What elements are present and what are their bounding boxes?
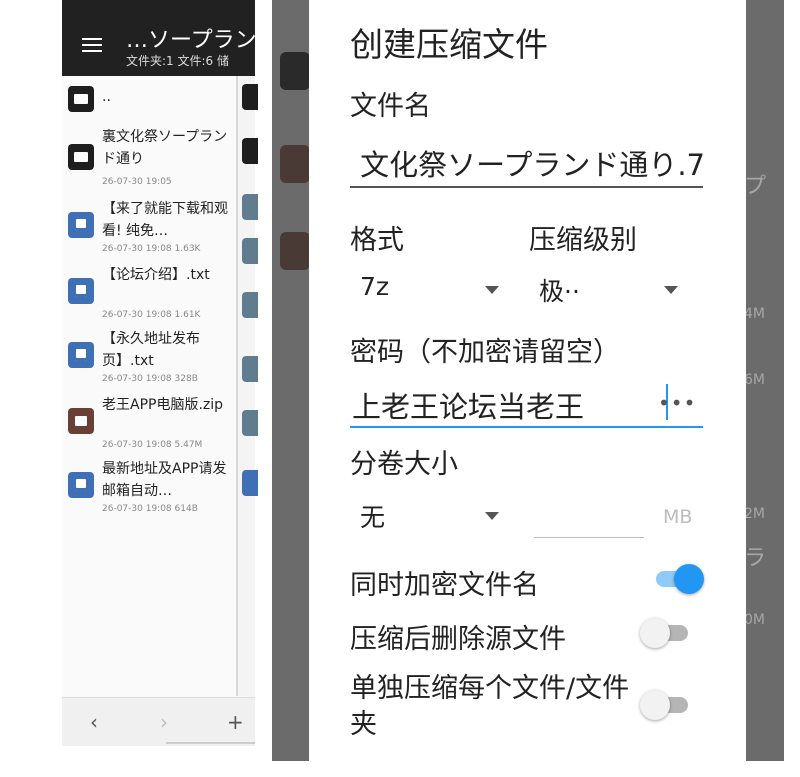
document-icon <box>68 472 94 498</box>
file-name: 裏文化祭ソープランド通り <box>102 129 228 167</box>
folder-icon <box>242 84 258 110</box>
file-name: .. <box>102 89 111 105</box>
delete-source-label: 压缩后删除源文件 <box>350 624 566 655</box>
split-size-value: 无 <box>360 503 386 532</box>
document-icon <box>68 212 94 238</box>
delete-source-toggle[interactable] <box>640 614 694 650</box>
document-icon <box>242 356 258 382</box>
file-list: .. 裏文化祭ソープランド通り 26-07-30 19:05 【来了就能下载和观… <box>62 76 237 696</box>
list-item[interactable]: 最新地址及APP请发邮箱自动… 26-07-30 19:08 614B <box>62 458 237 522</box>
file-name: 【论坛介绍】.txt <box>102 267 210 283</box>
split-size-label: 分卷大小 <box>350 449 458 480</box>
file-name: 最新地址及APP请发邮箱自动… <box>102 461 227 499</box>
document-icon <box>242 410 258 436</box>
document-icon <box>242 470 258 496</box>
file-meta: 26-07-30 19:08 328B <box>102 374 198 384</box>
folder-stats: 文件夹:1 文件:6 储 <box>126 54 229 68</box>
split-size-select[interactable]: 无 <box>350 494 510 534</box>
folder-icon <box>280 52 310 90</box>
format-select[interactable]: 7z <box>350 268 510 308</box>
file-manager-pane: …ソープラン 文件夹:1 文件:6 储 .. 裏文化祭ソープランド通り 26-0… <box>62 0 255 746</box>
document-icon <box>68 278 94 304</box>
background-text: 4M <box>744 306 765 322</box>
background-text: 0M <box>744 612 765 628</box>
split-unit-label: MB <box>663 506 693 528</box>
background-text: 6M <box>744 372 765 388</box>
list-item[interactable]: .. <box>62 86 237 126</box>
create-archive-dialog: 创建压缩文件 文件名 文化祭ソープランド通り.7 格式 压缩级别 7z 极·· … <box>309 0 746 761</box>
encrypt-filenames-label: 同时加密文件名 <box>350 570 539 601</box>
file-meta: 26-07-30 19:05 <box>102 177 172 187</box>
dialog-title: 创建压缩文件 <box>350 25 548 64</box>
background-text: プ <box>744 174 767 199</box>
compress-separately-toggle[interactable] <box>640 686 694 722</box>
archive-icon <box>280 232 310 270</box>
document-icon <box>242 292 258 318</box>
archive-icon <box>68 408 94 434</box>
secondary-file-column <box>236 76 258 696</box>
file-name: 【来了就能下载和观看! 纯免… <box>102 201 228 239</box>
file-meta: 26-07-30 19:08 5.47M <box>102 440 203 450</box>
filename-input[interactable]: 文化祭ソープランド通り.7 <box>350 138 703 188</box>
background-text: ラ <box>744 546 767 571</box>
format-value: 7z <box>360 272 390 301</box>
forward-button[interactable]: › <box>160 710 168 734</box>
document-icon <box>242 238 258 264</box>
filename-label: 文件名 <box>350 91 431 122</box>
file-meta: 26-07-30 19:08 1.63K <box>102 244 201 254</box>
bottom-nav-bar: ‹ › + <box>62 697 255 746</box>
dropdown-caret-icon <box>485 512 499 520</box>
password-value: 上老王论坛当老王 <box>352 390 585 424</box>
encrypt-filenames-toggle[interactable] <box>650 560 704 596</box>
folder-icon <box>242 138 258 164</box>
compression-level-label: 压缩级别 <box>529 225 637 256</box>
format-label: 格式 <box>350 225 404 256</box>
compress-separately-label: 单独压缩每个文件/文件夹 <box>350 673 630 740</box>
dropdown-caret-icon <box>664 286 678 294</box>
compression-level-value: 极·· <box>539 277 580 306</box>
app-bar: …ソープラン 文件夹:1 文件:6 储 <box>62 0 255 76</box>
list-item[interactable]: 老王APP电脑版.zip 26-07-30 19:08 5.47M <box>62 394 237 458</box>
file-meta: 26-07-30 19:08 614B <box>102 504 198 514</box>
list-item[interactable]: 【论坛介绍】.txt 26-07-30 19:08 1.61K <box>62 264 237 328</box>
document-icon <box>68 342 94 368</box>
file-meta: 26-07-30 19:08 1.61K <box>102 310 201 320</box>
list-item[interactable]: 裏文化祭ソープランド通り 26-07-30 19:05 <box>62 126 237 192</box>
archive-icon <box>280 145 310 183</box>
folder-icon <box>68 144 94 170</box>
compression-level-select[interactable]: 极·· <box>529 268 689 308</box>
menu-icon[interactable] <box>82 38 102 52</box>
dropdown-caret-icon <box>485 286 499 294</box>
list-item[interactable]: 【来了就能下载和观看! 纯免… 26-07-30 19:08 1.63K <box>62 198 237 262</box>
password-input[interactable]: 上老王论坛当老王 <box>350 378 703 428</box>
list-item[interactable]: 【永久地址发布页】.txt 26-07-30 19:08 328B <box>62 328 237 392</box>
background-text: 2M <box>744 506 765 522</box>
folder-title: …ソープラン <box>126 28 255 53</box>
document-icon <box>242 194 258 220</box>
file-name: 【永久地址发布页】.txt <box>102 331 200 369</box>
filename-value: 文化祭ソープランド通り.7 <box>360 148 703 182</box>
password-label: 密码（不加密请留空） <box>350 337 620 368</box>
file-name: 老王APP电脑版.zip <box>102 397 224 413</box>
scroll-indicator <box>166 742 255 744</box>
more-options-icon[interactable]: ••• <box>658 391 696 415</box>
back-button[interactable]: ‹ <box>90 710 98 734</box>
add-button[interactable]: + <box>227 710 244 734</box>
folder-icon <box>68 86 94 112</box>
split-size-input[interactable] <box>534 498 644 538</box>
